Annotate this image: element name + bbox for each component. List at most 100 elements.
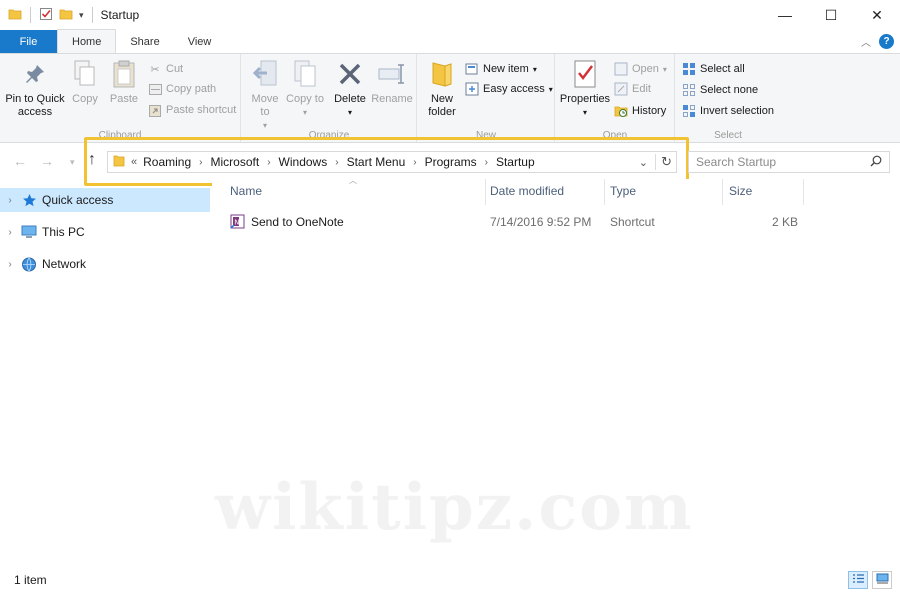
breadcrumb-start-menu[interactable]: Start Menu › — [347, 155, 425, 169]
invert-selection-button[interactable]: Invert selection — [682, 102, 774, 120]
open-button[interactable]: Open ▾ — [614, 60, 667, 78]
back-arrow-icon[interactable]: ← — [13, 153, 27, 169]
nav-item-quick-access[interactable]: › Quick access — [0, 188, 210, 212]
address-bar[interactable]: « Roaming › Microsoft › Windows › Start Men… — [107, 151, 677, 173]
open-group-label: Open — [602, 130, 628, 141]
properties-icon — [569, 58, 601, 90]
minimize-button[interactable]: — — [762, 0, 808, 30]
properties-button[interactable]: Properties ▾ — [558, 58, 612, 119]
file-name: Send to OneNote — [251, 215, 344, 229]
column-separator[interactable] — [803, 179, 804, 205]
cut-button[interactable]: ✂ Cut — [148, 60, 183, 78]
breadcrumb-windows[interactable]: Windows › — [279, 155, 347, 169]
paste-shortcut-label: Paste shortcut — [166, 104, 237, 116]
copy-path-button[interactable]: Copy path — [148, 80, 216, 98]
column-header-name[interactable]: Name — [230, 184, 262, 198]
invert-selection-label: Invert selection — [700, 105, 774, 117]
search-icon[interactable] — [870, 155, 882, 170]
properties-checkmark-icon[interactable] — [39, 7, 53, 24]
paste-shortcut-button[interactable]: Paste shortcut — [148, 101, 236, 119]
easy-access-button[interactable]: Easy access ▾ — [465, 80, 553, 98]
paste-label: Paste — [109, 93, 139, 105]
delete-button[interactable]: Delete ▾ — [332, 58, 368, 119]
expand-chevron-icon[interactable]: › — [0, 195, 20, 206]
edit-label: Edit — [632, 83, 651, 95]
move-to-icon — [249, 58, 281, 90]
paste-button[interactable]: Paste — [106, 58, 142, 106]
nav-item-this-pc[interactable]: › This PC — [0, 220, 210, 244]
properties-label: Properties — [559, 93, 611, 105]
table-row[interactable]: N Send to OneNote 7/14/2016 9:52 PM Shor… — [212, 211, 900, 233]
recent-locations-chevron-icon[interactable]: ▾ — [70, 157, 75, 168]
forward-arrow-icon[interactable]: → — [40, 153, 54, 169]
close-button[interactable]: ✕ — [854, 0, 900, 30]
status-bar: 1 item — [0, 566, 900, 593]
breadcrumb-startup[interactable]: Startup — [496, 155, 535, 169]
column-header-size[interactable]: Size — [729, 184, 752, 198]
select-none-button[interactable]: Select none — [682, 81, 758, 99]
pin-to-quick-access-button[interactable]: Pin to Quick access — [4, 58, 66, 119]
breadcrumb-microsoft[interactable]: Microsoft › — [211, 155, 279, 169]
search-input[interactable]: Search Startup — [688, 151, 890, 173]
open-label: Open — [632, 63, 659, 75]
copy-button[interactable]: Copy — [68, 58, 102, 106]
customize-toolbar-chevron-icon[interactable]: ▾ — [79, 10, 84, 21]
column-separator[interactable] — [604, 179, 605, 205]
folder-icon — [8, 7, 22, 24]
copy-to-chevron-icon: ▾ — [302, 108, 307, 117]
open-group: Properties ▾ Open ▾ Edit History Open — [556, 54, 675, 143]
address-overflow[interactable]: « — [131, 156, 137, 168]
rename-button[interactable]: Rename — [370, 58, 414, 106]
select-group: Select all Select none Invert selection … — [676, 54, 780, 143]
column-separator[interactable] — [485, 179, 486, 205]
new-folder-icon[interactable] — [59, 7, 73, 24]
new-group-label: New — [475, 130, 496, 141]
easy-access-label: Easy access — [483, 83, 545, 95]
quick-access-toolbar: ▾ — [0, 0, 95, 30]
nav-item-network[interactable]: › Network — [0, 252, 210, 276]
copy-to-button[interactable]: Copy to ▾ — [286, 58, 324, 119]
refresh-icon[interactable]: ↻ — [661, 154, 672, 170]
tab-home[interactable]: Home — [57, 29, 117, 53]
scissors-icon: ✂ — [150, 63, 160, 76]
breadcrumb-roaming[interactable]: Roaming › — [143, 155, 210, 169]
expand-chevron-icon[interactable]: › — [0, 227, 20, 238]
ribbon: Pin to Quick access Copy Paste ✂ Cut Cop… — [0, 53, 900, 143]
column-separator[interactable] — [722, 179, 723, 205]
select-all-button[interactable]: Select all — [682, 60, 745, 78]
expand-chevron-icon[interactable]: › — [0, 259, 20, 270]
tab-file[interactable]: File — [0, 30, 57, 53]
edit-button[interactable]: Edit — [614, 80, 651, 98]
window-title: Startup — [100, 8, 140, 22]
maximize-button[interactable]: ☐ — [808, 0, 854, 30]
column-header-date-modified[interactable]: Date modified — [490, 184, 564, 198]
address-history-chevron-icon[interactable]: ⌄ — [639, 156, 648, 169]
up-arrow-icon[interactable]: ↑ — [88, 151, 96, 169]
history-icon — [614, 104, 628, 118]
copy-path-label: Copy path — [166, 83, 217, 95]
breadcrumb-programs[interactable]: Programs › — [425, 155, 496, 169]
svg-text:N: N — [234, 219, 239, 227]
new-folder-button[interactable]: New folder — [422, 58, 462, 119]
delete-chevron-icon: ▾ — [347, 108, 352, 117]
invert-selection-icon — [682, 104, 696, 118]
separator — [91, 7, 93, 23]
collapse-ribbon-icon[interactable]: ︿ — [861, 34, 871, 49]
tab-view[interactable]: View — [174, 30, 226, 53]
new-item-label: New item — [483, 63, 529, 75]
new-item-button[interactable]: New item ▾ — [465, 60, 537, 78]
help-icon[interactable]: ? — [879, 34, 894, 49]
select-all-label: Select all — [700, 63, 745, 75]
column-header-type[interactable]: Type — [610, 184, 636, 198]
file-type: Shortcut — [610, 215, 655, 229]
tab-share[interactable]: Share — [116, 30, 173, 53]
history-label: History — [632, 105, 667, 117]
copy-to-icon — [289, 58, 321, 90]
move-to-label: Move to — [251, 93, 279, 118]
large-icons-view-icon — [876, 573, 889, 587]
watermark-text: wikitipz.com — [215, 470, 694, 545]
details-view-button[interactable] — [848, 571, 868, 589]
move-to-button[interactable]: Move to ▾ — [246, 58, 284, 132]
large-icons-view-button[interactable] — [872, 571, 892, 589]
history-button[interactable]: History — [614, 102, 666, 120]
